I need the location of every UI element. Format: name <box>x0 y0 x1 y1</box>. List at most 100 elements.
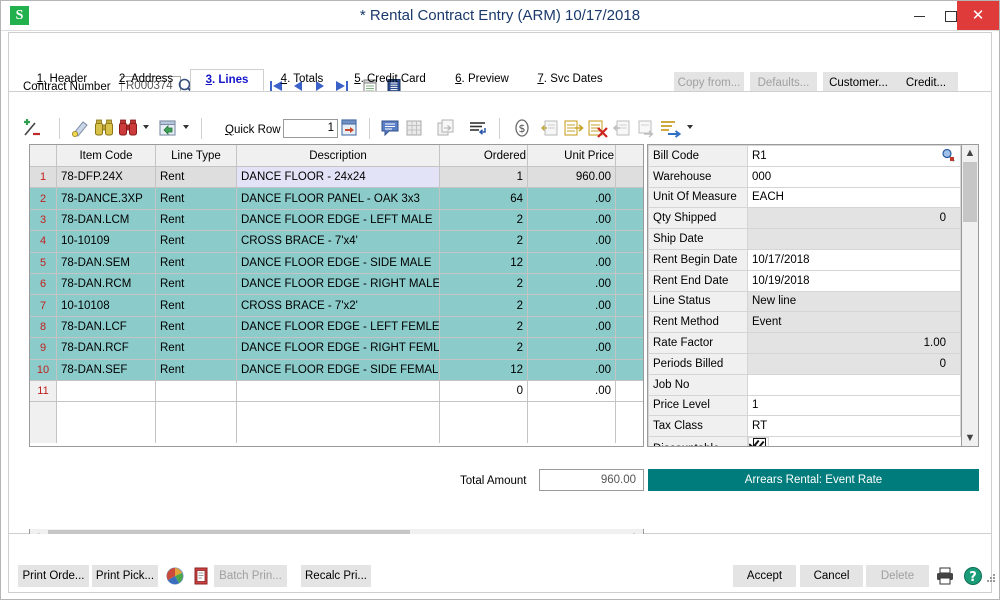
detail-field-value[interactable]: 1 <box>748 395 961 416</box>
cell-item-code[interactable]: 78-DANCE.3XP <box>57 188 156 209</box>
print-preview-icon[interactable] <box>164 565 186 587</box>
cell-line-type[interactable]: Rent <box>156 273 237 294</box>
resize-grip-icon[interactable] <box>985 572 997 584</box>
cell-empty[interactable] <box>440 402 528 423</box>
cell-line-type[interactable]: Rent <box>156 209 237 230</box>
cell-line-type[interactable]: Rent <box>156 188 237 209</box>
cell-line-type[interactable] <box>156 380 237 401</box>
table-row[interactable]: 710-10108RentCROSS BRACE - 7'x2'2.00 <box>30 295 644 316</box>
find-dropdown-chevron-icon[interactable] <box>143 125 149 129</box>
cell-empty[interactable] <box>30 402 57 423</box>
cell-empty[interactable] <box>156 423 237 443</box>
detail-vertical-scrollbar[interactable]: ▲ ▼ <box>961 145 978 446</box>
bill-code-lookup-icon[interactable] <box>941 148 956 162</box>
cell-ordered[interactable]: 64 <box>440 188 528 209</box>
insert-line-icon[interactable] <box>467 117 489 139</box>
accept-button[interactable]: Accept <box>733 565 796 587</box>
cell-description[interactable]: DANCE FLOOR - 24x24 <box>237 167 440 188</box>
col-description[interactable]: Description <box>237 145 440 167</box>
cell-item-code[interactable]: 78-DAN.LCF <box>57 316 156 337</box>
tab-svc-dates[interactable]: 7. Svc Dates <box>524 69 616 91</box>
cell-item-code[interactable]: 78-DAN.SEF <box>57 359 156 380</box>
lines-grid[interactable]: Item Code Line Type Description Ordered … <box>29 144 644 447</box>
cell-extra[interactable] <box>616 167 645 188</box>
line-number[interactable]: 10 <box>30 359 57 380</box>
line-number[interactable]: 2 <box>30 188 57 209</box>
item-lookup-icon[interactable] <box>157 117 179 139</box>
cell-description[interactable]: DANCE FLOOR EDGE - RIGHT FEMLE <box>237 338 440 359</box>
cell-item-code[interactable]: 78-DAN.RCF <box>57 338 156 359</box>
detail-field-value[interactable]: New line <box>748 291 961 312</box>
line-number[interactable]: 6 <box>30 273 57 294</box>
cell-ordered[interactable]: 12 <box>440 252 528 273</box>
delete-button[interactable]: Delete <box>866 565 929 587</box>
line-number[interactable]: 4 <box>30 231 57 252</box>
table-row[interactable]: 578-DAN.SEMRentDANCE FLOOR EDGE - SIDE M… <box>30 252 644 273</box>
table-row[interactable]: 178-DFP.24XRentDANCE FLOOR - 24x241960.0… <box>30 167 644 188</box>
line-number[interactable]: 9 <box>30 338 57 359</box>
checkbox-checked-icon[interactable] <box>753 438 766 447</box>
detail-field-value[interactable]: 10/17/2018 <box>748 249 961 270</box>
cell-item-code[interactable]: 10-10108 <box>57 295 156 316</box>
cell-description[interactable]: CROSS BRACE - 7'x2' <box>237 295 440 316</box>
cell-unit-price[interactable]: .00 <box>528 273 616 294</box>
line-options-icon[interactable] <box>659 117 681 139</box>
recalc-price-button[interactable]: Recalc Pri... <box>301 565 371 587</box>
comment-icon[interactable] <box>379 117 401 139</box>
detail-field-value[interactable]: 0 <box>748 208 961 229</box>
detail-field-value[interactable]: R1 <box>748 146 961 167</box>
detail-field-value[interactable]: 000 <box>748 166 961 187</box>
cell-line-type[interactable]: Rent <box>156 316 237 337</box>
cell-empty[interactable] <box>616 423 645 443</box>
cell-ordered[interactable]: 2 <box>440 209 528 230</box>
table-row-empty[interactable] <box>30 423 644 443</box>
line-number[interactable]: 5 <box>30 252 57 273</box>
col-extra[interactable] <box>616 145 645 167</box>
copy-row-icon[interactable] <box>435 117 457 139</box>
scroll-down-arrow-icon[interactable]: ▼ <box>962 430 978 446</box>
cell-extra[interactable] <box>616 209 645 230</box>
cell-description[interactable]: DANCE FLOOR EDGE - LEFT FEMLE <box>237 316 440 337</box>
defaults-button[interactable]: Defaults... <box>750 72 817 93</box>
cell-line-type[interactable]: Rent <box>156 167 237 188</box>
batch-print-button[interactable]: Batch Prin... <box>214 565 287 587</box>
line-number[interactable]: 3 <box>30 209 57 230</box>
table-row[interactable]: 978-DAN.RCFRentDANCE FLOOR EDGE - RIGHT … <box>30 338 644 359</box>
help-icon[interactable]: ? <box>962 565 984 587</box>
cell-line-type[interactable]: Rent <box>156 295 237 316</box>
print-pick-button[interactable]: Print Pick... <box>92 565 158 587</box>
line-number[interactable]: 11 <box>30 380 57 401</box>
recall-line-icon[interactable] <box>539 117 561 139</box>
cell-ordered[interactable]: 2 <box>440 295 528 316</box>
cell-item-code[interactable]: 78-DAN.LCM <box>57 209 156 230</box>
table-row[interactable]: 878-DAN.LCFRentDANCE FLOOR EDGE - LEFT F… <box>30 316 644 337</box>
cell-description[interactable] <box>237 380 440 401</box>
cell-ordered[interactable]: 2 <box>440 231 528 252</box>
find-binoculars-icon[interactable] <box>93 117 115 139</box>
cell-item-code[interactable]: 10-10109 <box>57 231 156 252</box>
cell-ordered[interactable]: 0 <box>440 380 528 401</box>
cell-extra[interactable] <box>616 188 645 209</box>
dollar-icon[interactable]: $ <box>511 117 533 139</box>
promote-line-icon[interactable] <box>611 117 633 139</box>
cell-extra[interactable] <box>616 231 645 252</box>
line-number[interactable]: 7 <box>30 295 57 316</box>
cell-item-code[interactable]: 78-DFP.24X <box>57 167 156 188</box>
tab-lines[interactable]: 3. Lines <box>190 69 264 91</box>
tab-address[interactable]: 2. Address <box>102 69 190 91</box>
insert-line-right-icon[interactable] <box>563 117 585 139</box>
cell-unit-price[interactable]: .00 <box>528 316 616 337</box>
detail-scroll-thumb[interactable] <box>963 162 977 222</box>
highlighter-icon[interactable] <box>69 117 91 139</box>
printer-icon[interactable] <box>934 565 956 587</box>
tab-credit-card[interactable]: 5. Credit Card <box>340 69 440 91</box>
clipboard-icon[interactable] <box>190 565 212 587</box>
credit-button[interactable]: Credit... <box>894 72 958 93</box>
detail-field-value[interactable]: 10/19/2018 <box>748 270 961 291</box>
add-remove-row-icon[interactable] <box>21 117 43 139</box>
customer-button[interactable]: Customer... <box>823 72 894 93</box>
cell-line-type[interactable]: Rent <box>156 231 237 252</box>
table-row[interactable]: 378-DAN.LCMRentDANCE FLOOR EDGE - LEFT M… <box>30 209 644 230</box>
cell-line-type[interactable]: Rent <box>156 338 237 359</box>
close-button[interactable]: ✕ <box>957 1 999 30</box>
